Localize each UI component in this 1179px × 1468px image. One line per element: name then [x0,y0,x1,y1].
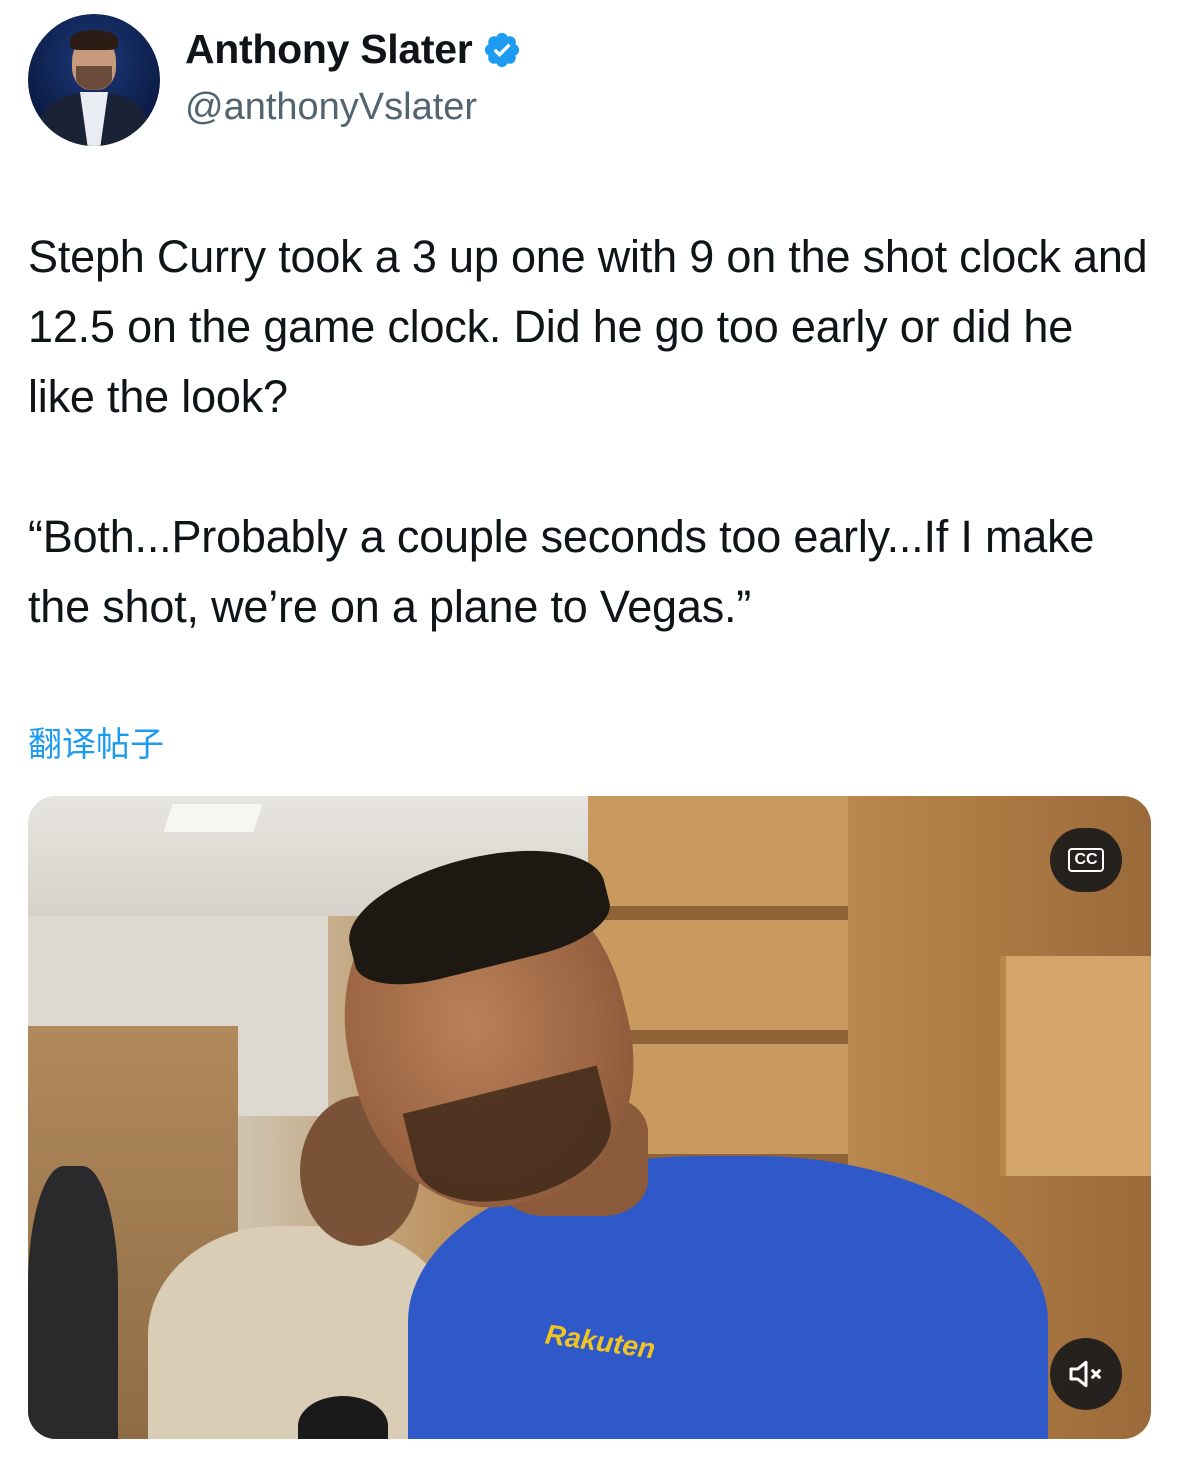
author-name-row[interactable]: Anthony Slater [185,26,522,73]
verified-badge-icon [485,32,520,67]
closed-captions-button[interactable]: CC [1050,828,1122,892]
unmute-button[interactable] [1050,1338,1122,1410]
avatar-hair [70,30,118,50]
closed-captions-icon: CC [1068,848,1104,872]
avatar-beard [76,66,112,90]
author-avatar[interactable] [28,14,160,146]
tweet-quote: “Both...Probably a couple seconds too ea… [28,511,1095,632]
video-player[interactable]: Rakuten CC [28,796,1151,1439]
author-name[interactable]: Anthony Slater [185,26,473,73]
author-handle[interactable]: @anthonyVslater [185,86,477,129]
tweet-paragraph: Steph Curry took a 3 up one with 9 on th… [28,231,1148,422]
muted-speaker-icon [1069,1360,1101,1388]
tweet-text: Steph Curry took a 3 up one with 9 on th… [28,222,1148,642]
video-scene-locker-door [1000,956,1151,1176]
video-scene-person-left [28,1166,118,1439]
video-scene-light [163,804,263,832]
translate-post-link[interactable]: 翻译帖子 [28,717,164,766]
